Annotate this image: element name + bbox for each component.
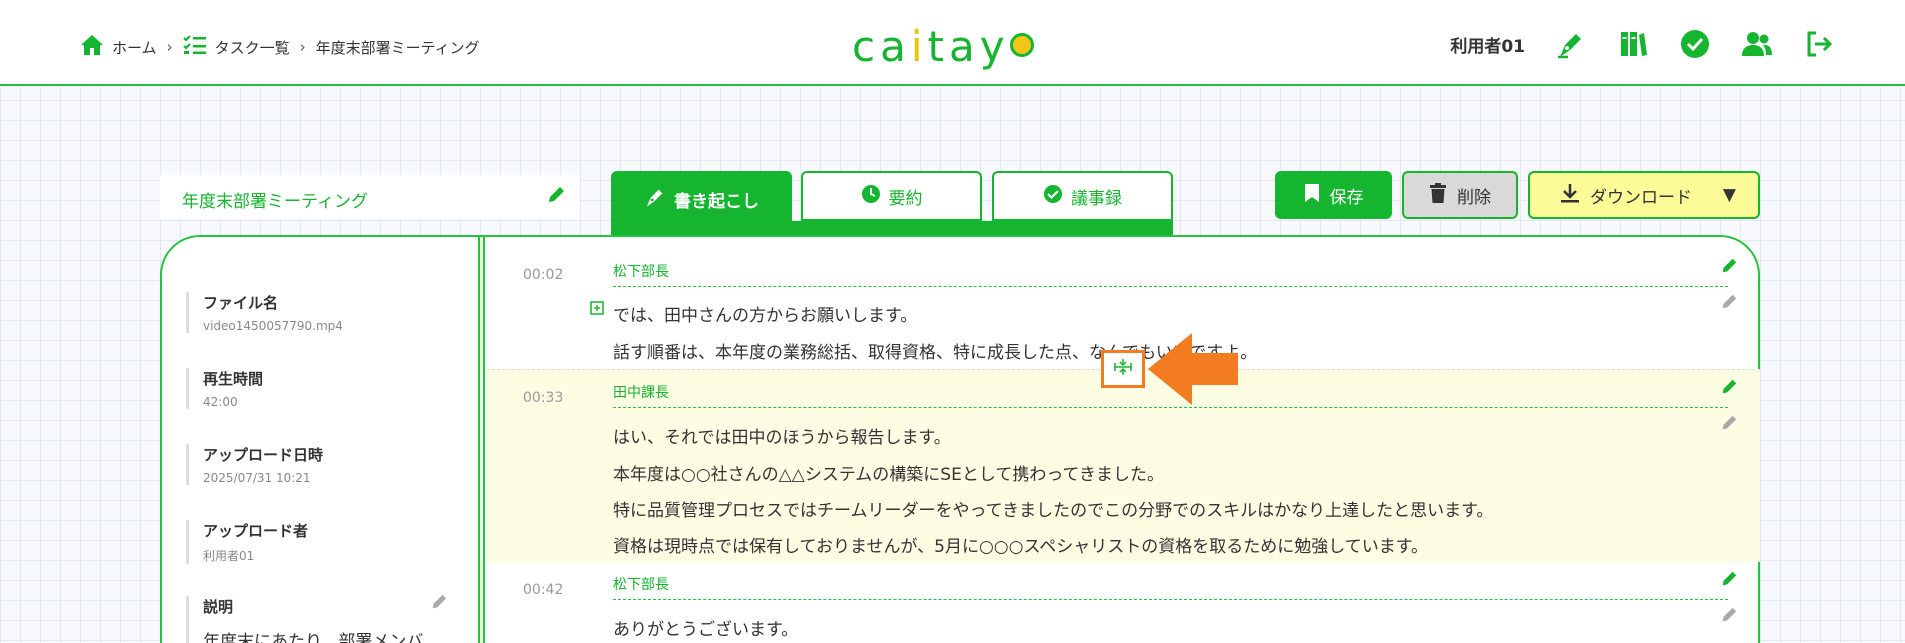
- logout-icon[interactable]: [1803, 28, 1835, 60]
- meta-uploader: アップロード者 利用者01: [186, 520, 308, 564]
- top-header: ホーム › タスク一覧 › 年度末部署ミーティング caitay 利用者01: [0, 0, 1905, 86]
- delete-label: 削除: [1457, 187, 1491, 208]
- meta-description: 説明 年度末にあたり、部署メンバ: [186, 596, 423, 643]
- tab-summary[interactable]: 要約: [801, 171, 982, 221]
- pencil-icon[interactable]: [1720, 606, 1738, 628]
- breadcrumb-tasks[interactable]: タスク一覧: [182, 34, 290, 60]
- breadcrumb-current: 年度末部署ミーティング: [316, 37, 480, 58]
- save-button[interactable]: 保存: [1275, 171, 1392, 219]
- trash-icon: [1429, 182, 1447, 208]
- pencil-icon[interactable]: [430, 593, 448, 615]
- segment-time[interactable]: 00:02: [523, 267, 563, 283]
- pencil-icon[interactable]: [1720, 378, 1738, 400]
- tab-summary-label: 要約: [888, 188, 923, 209]
- user-name: 利用者01: [1450, 36, 1525, 57]
- pen-nib-icon[interactable]: [1555, 28, 1587, 60]
- document-title: 年度末部署ミーティング: [182, 192, 368, 212]
- bookmark-icon: [1304, 183, 1320, 208]
- transcript-panel: ファイル名 video1450057790.mp4 再生時間 42:00 アップ…: [160, 235, 1760, 643]
- segment-time[interactable]: 00:33: [523, 390, 563, 406]
- breadcrumb-tasks-label[interactable]: タスク一覧: [215, 37, 290, 58]
- books-icon[interactable]: [1617, 28, 1649, 60]
- pencil-icon[interactable]: [1720, 293, 1738, 315]
- file-info-sidebar: ファイル名 video1450057790.mp4 再生時間 42:00 アップ…: [162, 237, 478, 643]
- breadcrumb: ホーム › タスク一覧 › 年度末部署ミーティング: [80, 34, 480, 60]
- sun-icon: [1009, 32, 1034, 57]
- transcript-line[interactable]: ありがとうございます。: [613, 615, 798, 640]
- users-icon[interactable]: [1741, 28, 1773, 60]
- transcript-line[interactable]: はい、それでは田中のほうから報告します。: [613, 423, 951, 448]
- merge-segments-button[interactable]: [1101, 350, 1145, 388]
- segment-speaker[interactable]: 松下部長: [613, 574, 669, 594]
- download-icon: [1560, 183, 1580, 208]
- chevron-right-icon: ›: [166, 38, 173, 56]
- speaker-divider: [613, 599, 1728, 600]
- checklist-icon: [182, 34, 207, 60]
- pencil-icon[interactable]: [1720, 257, 1738, 279]
- chevron-right-icon: ›: [299, 38, 306, 56]
- pencil-icon[interactable]: [1720, 570, 1738, 592]
- segment-speaker[interactable]: 松下部長: [613, 261, 669, 281]
- meta-uploaded: アップロード日時 2025/07/31 10:21: [186, 444, 323, 485]
- home-icon: [80, 34, 104, 60]
- document-title-box: 年度末部署ミーティング: [160, 175, 580, 219]
- split-icon[interactable]: [590, 300, 604, 319]
- speaker-divider: [613, 286, 1728, 287]
- view-tabs: 書き起こし 要約 議事録: [611, 171, 1173, 235]
- tab-minutes[interactable]: 議事録: [992, 171, 1173, 221]
- transcript-segment: 00:33 田中課長 はい、それでは田中のほうから報告します。 本年度は○○社さ…: [487, 369, 1760, 562]
- meta-duration: 再生時間 42:00: [186, 368, 263, 409]
- breadcrumb-current-label: 年度末部署ミーティング: [315, 38, 480, 57]
- download-button[interactable]: ダウンロード ▼: [1528, 171, 1760, 219]
- delete-button[interactable]: 削除: [1402, 171, 1518, 219]
- save-label: 保存: [1329, 187, 1364, 208]
- app-logo[interactable]: caitay: [852, 22, 1034, 71]
- download-label: ダウンロード: [1590, 187, 1692, 208]
- callout-arrow: [1148, 333, 1240, 409]
- pencil-icon[interactable]: [1720, 414, 1738, 436]
- check-circle-icon[interactable]: [1679, 28, 1711, 60]
- caret-down-icon[interactable]: ▼: [1723, 185, 1736, 205]
- transcript-line[interactable]: では、田中さんの方からお願いします。: [613, 301, 917, 326]
- meta-file: ファイル名 video1450057790.mp4: [186, 292, 343, 333]
- tab-minutes-label: 議事録: [1071, 188, 1122, 209]
- transcript-segment: 00:42 松下部長 ありがとうございます。: [487, 562, 1760, 643]
- transcript-line[interactable]: 特に品質管理プロセスではチームリーダーをやってきましたのでこの分野でのスキルはか…: [613, 496, 1493, 521]
- tab-transcript-label: 書き起こし: [674, 191, 759, 212]
- merge-icon: [1112, 358, 1134, 380]
- clock-icon: [861, 184, 881, 209]
- transcript-line[interactable]: 本年度は○○社さんの△△システムの構築にSEとして携わってきました。: [613, 460, 1164, 485]
- sidebar-divider: [478, 237, 485, 643]
- segment-speaker[interactable]: 田中課長: [613, 382, 669, 402]
- pen-nib-icon: [644, 186, 666, 213]
- segment-time[interactable]: 00:42: [523, 582, 563, 598]
- check-circle-icon: [1043, 184, 1063, 209]
- user-area: 利用者01: [1450, 28, 1835, 60]
- breadcrumb-home[interactable]: ホーム: [80, 34, 157, 60]
- pencil-icon[interactable]: [546, 185, 566, 209]
- breadcrumb-home-label[interactable]: ホーム: [112, 37, 157, 58]
- transcript-line[interactable]: 資格は現時点では保有しておりませんが、5月に○○○スペシャリストの資格を取るため…: [613, 532, 1428, 557]
- tab-transcript[interactable]: 書き起こし: [611, 171, 792, 227]
